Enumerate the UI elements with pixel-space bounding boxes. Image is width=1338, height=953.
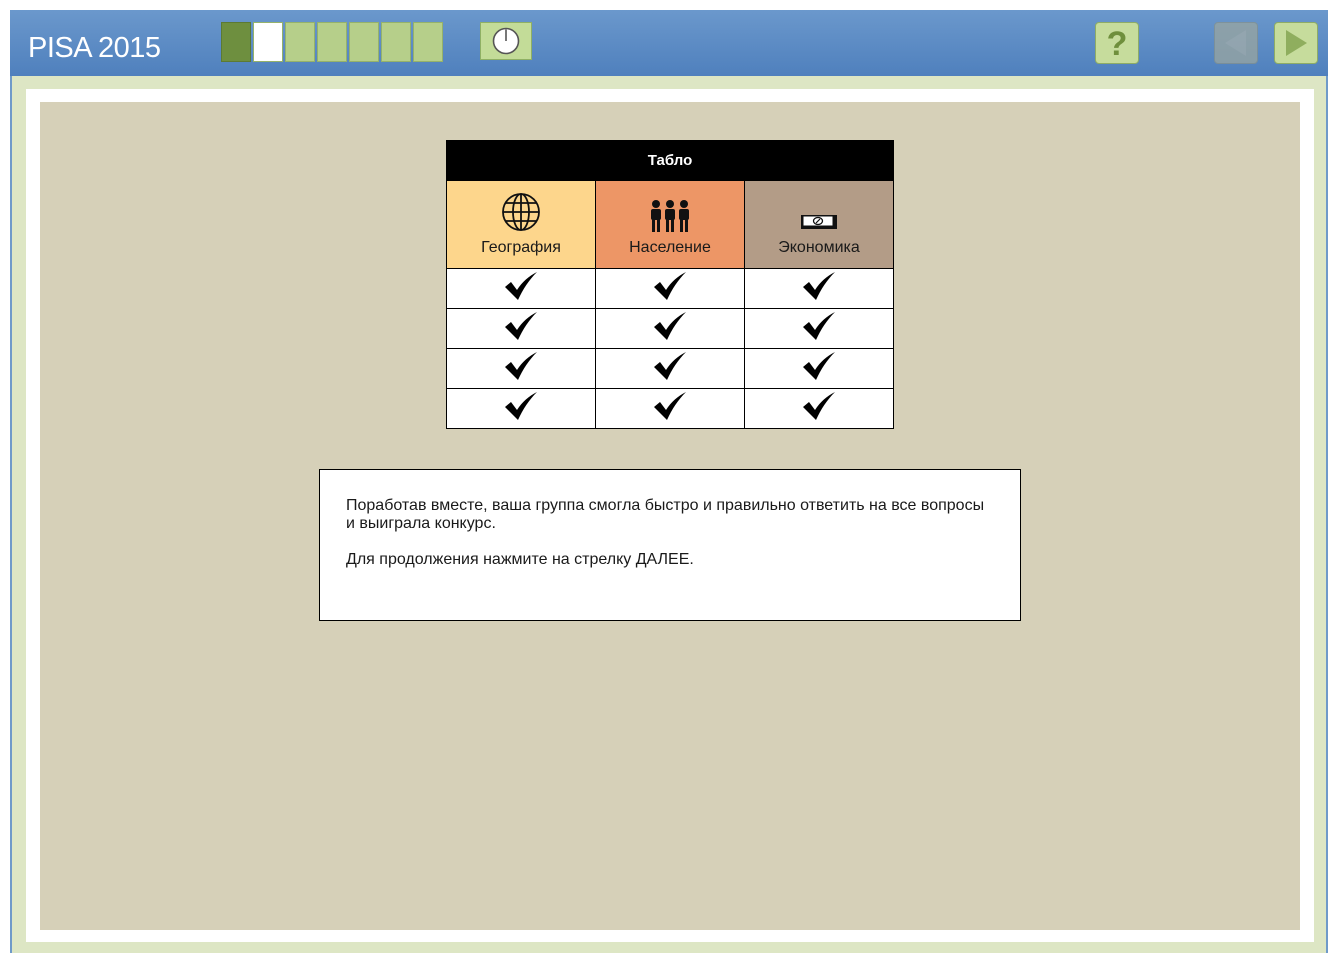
scoreboard-cell [744,388,894,429]
top-toolbar: PISA 2015 ? [10,10,1328,76]
scoreboard-cell [446,348,596,389]
scoreboard-cell [595,388,745,429]
progress-bar [221,22,445,62]
scoreboard-cell [595,308,745,349]
message-paragraph-2: Для продолжения нажмите на стрелку ДАЛЕЕ… [346,551,694,568]
category-economy: Экономика [744,180,894,269]
check-icon [502,272,540,306]
progress-segment-5 [349,22,379,62]
category-label: Население [629,239,711,256]
scoreboard-cell [446,268,596,309]
check-icon [651,312,689,346]
progress-segment-1 [221,22,251,62]
next-button[interactable] [1274,22,1318,64]
scoreboard-cell [744,268,894,309]
back-button[interactable] [1214,22,1258,64]
progress-segment-2 [253,22,283,62]
scoreboard-cell [744,348,894,389]
triangle-left-icon [1225,30,1246,56]
scoreboard-row [446,268,894,309]
progress-segment-4 [317,22,347,62]
progress-segment-6 [381,22,411,62]
category-geography: География [446,180,596,269]
check-icon [502,392,540,426]
triangle-right-icon [1286,30,1307,56]
category-population: Население [595,180,745,269]
people-icon [651,200,689,232]
scoreboard-row [446,308,894,349]
category-label: Экономика [778,239,860,256]
question-mark-icon: ? [1107,26,1128,60]
scoreboard-title: Табло [446,140,894,181]
check-icon [651,392,689,426]
scoreboard-cell [446,308,596,349]
money-icon [801,215,837,229]
category-label: География [481,239,561,256]
clock-icon [492,27,520,55]
progress-segment-3 [285,22,315,62]
app-title: PISA 2015 [28,32,161,64]
check-icon [800,392,838,426]
scoreboard-cell [744,308,894,349]
help-button[interactable]: ? [1095,22,1139,64]
timer-button[interactable] [480,22,532,60]
message-box: Поработав вместе, ваша группа смогла быс… [319,469,1021,621]
message-paragraph-1: Поработав вместе, ваша группа смогла быс… [346,497,985,532]
scoreboard-row [446,388,894,429]
check-icon [651,352,689,386]
scoreboard-row [446,348,894,389]
scoreboard-cell [595,268,745,309]
scoreboard-cell [595,348,745,389]
progress-segment-7 [413,22,443,62]
check-icon [502,312,540,346]
globe-icon [502,193,540,231]
scoreboard-cell [446,388,596,429]
svg-text:?: ? [1107,26,1128,60]
scoreboard-table: Табло География Население Экономика [446,140,894,429]
check-icon [502,352,540,386]
check-icon [800,312,838,346]
check-icon [800,352,838,386]
check-icon [651,272,689,306]
check-icon [800,272,838,306]
